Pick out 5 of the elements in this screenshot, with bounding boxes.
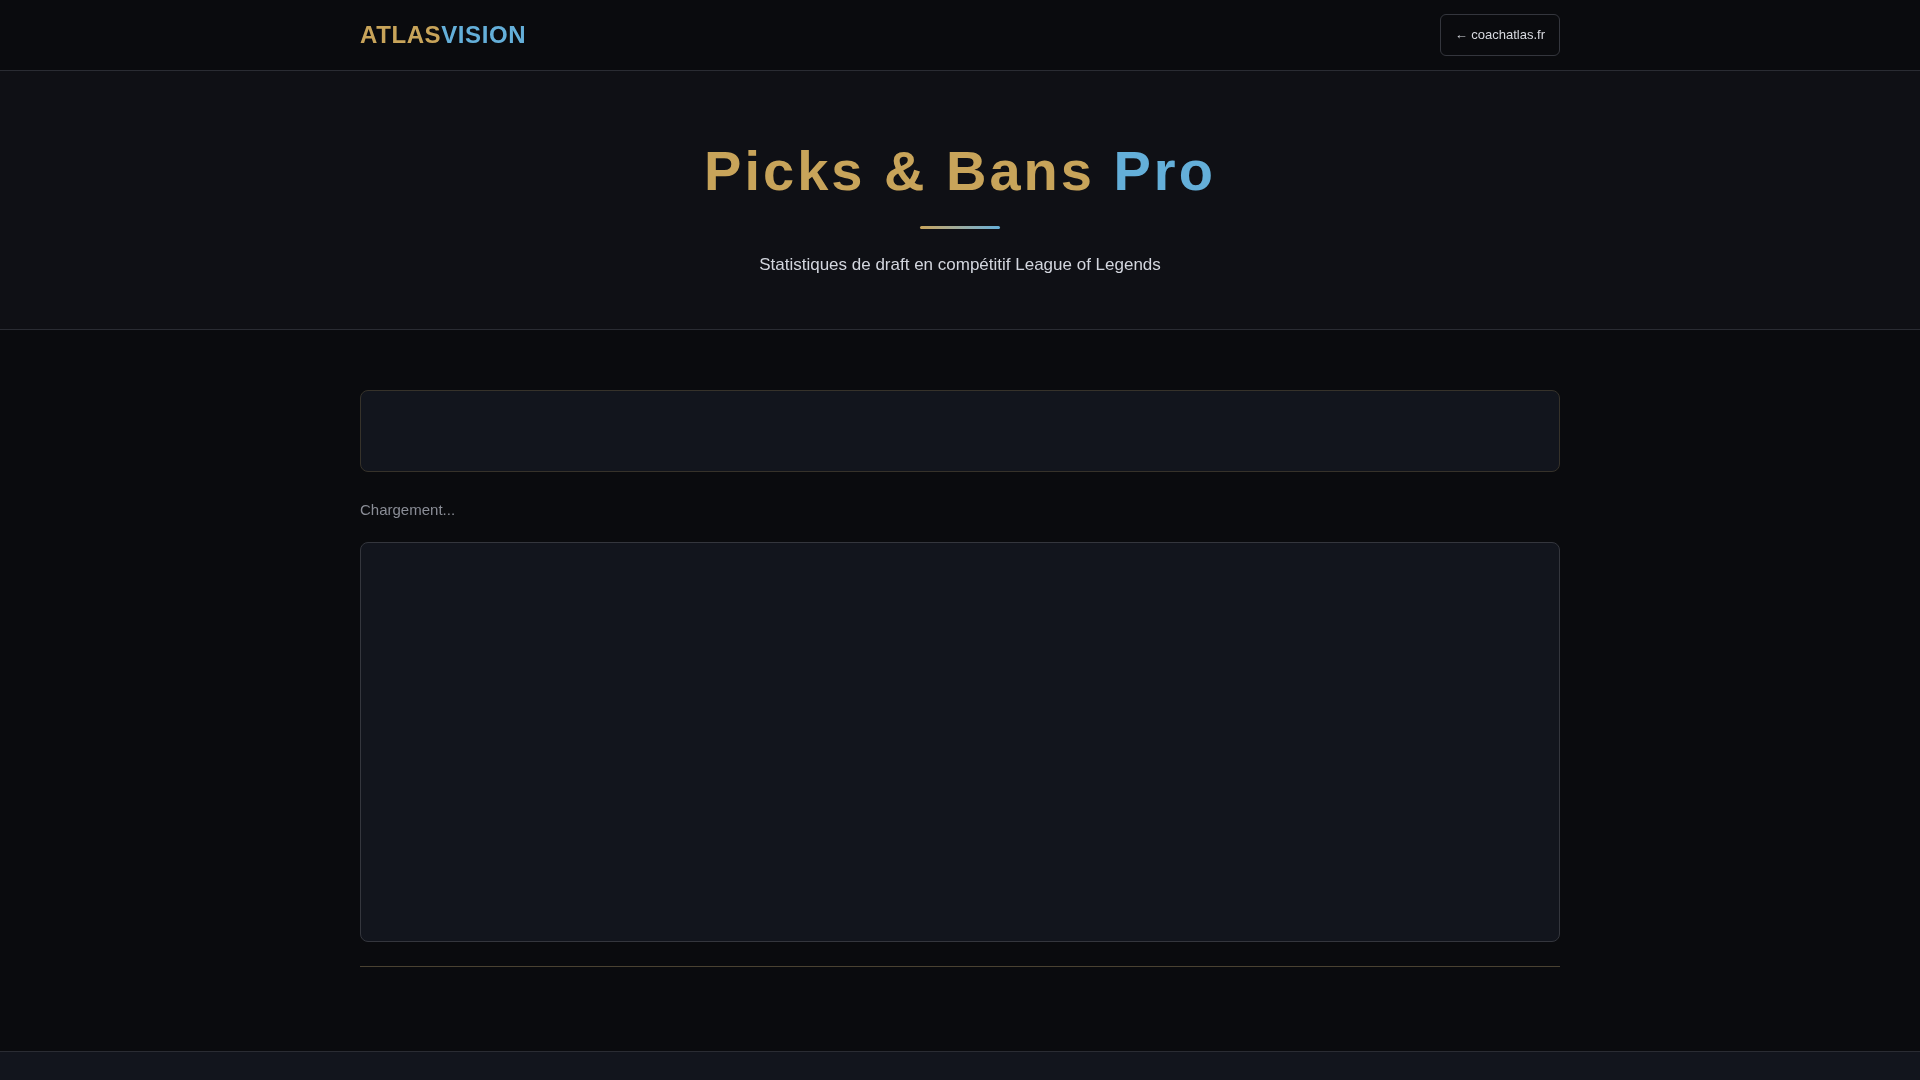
- back-link[interactable]: ← coachatlas.fr: [1439, 14, 1560, 56]
- loading-status: Chargement...: [360, 500, 457, 520]
- page-subtitle: Statistiques de draft en compétitif League of Legends: [759, 254, 1161, 276]
- page-title: Picks & Bans Pro: [704, 139, 1216, 203]
- site-logo[interactable]: ATLASVISION: [360, 17, 527, 53]
